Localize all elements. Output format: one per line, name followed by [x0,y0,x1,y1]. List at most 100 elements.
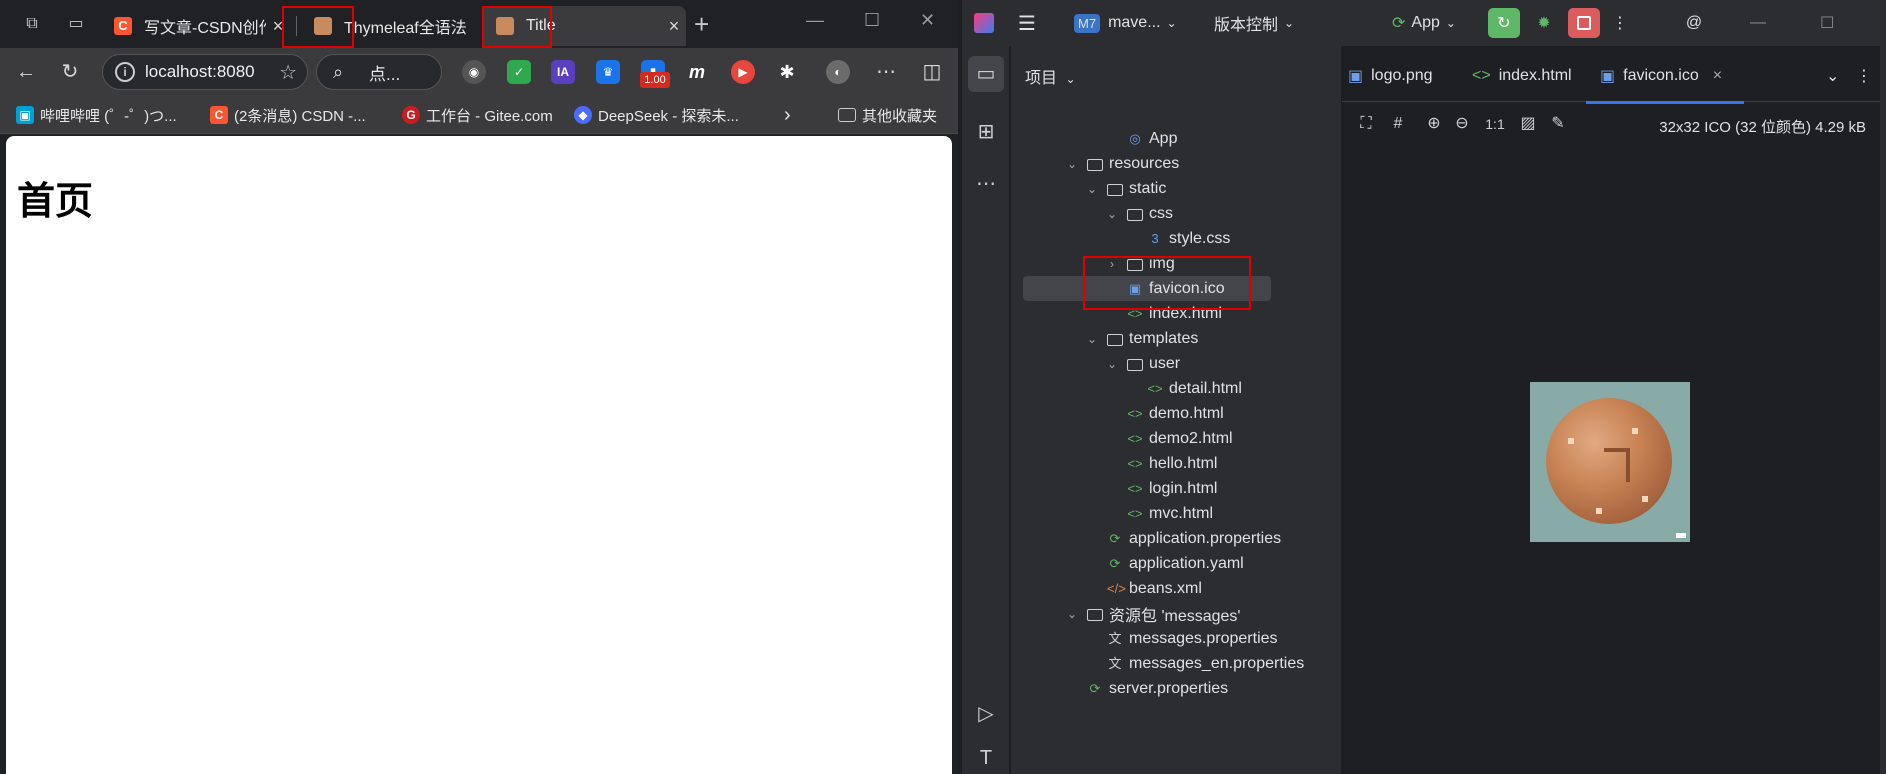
tabs-more-icon[interactable]: ⋮ [1856,64,1872,88]
other-bookmarks-folder[interactable]: 其他收藏夹 [838,104,937,126]
tree-row[interactable]: ⌄ user [1011,351,1341,376]
zoom-in-icon[interactable]: ⊕ [1424,114,1444,134]
background-toggle-icon[interactable]: ▨ [1518,114,1538,134]
bookmark-label: DeepSeek - 探索未... [598,107,739,125]
tree-row[interactable]: ⌄ templates [1011,326,1341,351]
more-actions-icon[interactable]: ⋮ [1610,8,1630,38]
tree-row[interactable]: ◎ App [1011,126,1341,151]
maximize-icon[interactable]: ☐ [1820,8,1834,38]
reload-icon[interactable]: ↻ [56,58,84,86]
extension-crown-icon[interactable]: ♛ [596,60,620,84]
grid-icon[interactable]: # [1388,114,1408,134]
web-page-viewport: 首页 [6,136,952,774]
chevron-down-icon[interactable]: ⌄ [1065,607,1079,621]
browser-window: ⧉ ▭ C 写文章-CSDN创作中心 × Thymeleaf全语法 Title … [0,0,958,774]
extension-badge-count: 1.00 [640,72,670,88]
chevron-down-icon[interactable]: ⌄ [1085,332,1099,346]
sidebar-toggle-icon[interactable]: ◫ [918,58,946,86]
minimize-icon[interactable]: — [1750,8,1766,38]
zoom-out-icon[interactable]: ⊖ [1452,114,1472,134]
tree-row[interactable]: <> mvc.html [1011,501,1341,526]
stop-icon[interactable] [1568,8,1600,38]
bookmark-csdn[interactable]: C (2条消息) CSDN -... [210,104,366,126]
close-tab-icon[interactable]: × [662,16,686,37]
address-bar[interactable]: i localhost:8080 ☆ [102,54,308,90]
editor-tab-index[interactable]: <> index.html [1472,64,1572,88]
project-tool-icon[interactable]: ▭ [968,56,1004,92]
extension-shield-icon[interactable]: ✓ [507,60,531,84]
more-tools-icon[interactable]: ⋯ [968,166,1004,202]
editor-tab-favicon[interactable]: ▣ favicon.ico × [1585,64,1745,104]
search-button[interactable]: ⌕ 点... [316,54,442,90]
bookmark-deepseek[interactable]: ◆ DeepSeek - 探索未... [574,104,739,126]
tree-row[interactable]: <> login.html [1011,476,1341,501]
fit-to-window-icon[interactable]: ⛶ [1356,114,1376,134]
color-picker-icon[interactable]: ✎ [1548,114,1568,134]
tree-row[interactable]: ⌄ css [1011,201,1341,226]
site-info-icon[interactable]: i [115,62,135,82]
build-tool-icon[interactable]: T [968,740,1004,774]
run-tool-icon[interactable]: ▷ [968,696,1004,732]
resource-bundle-icon [1087,608,1103,621]
tree-row[interactable]: <> hello.html [1011,451,1341,476]
run-config-label: App [1411,14,1440,31]
vertical-tabs-icon[interactable]: ▭ [64,12,88,36]
rerun-icon[interactable]: ↻ [1488,8,1520,38]
run-config-selector[interactable]: ⟳ App ⌄ [1392,8,1456,38]
highlight-box [282,6,354,48]
profile-avatar[interactable]: ◐ [826,60,850,84]
chevron-down-icon[interactable]: ⌄ [1065,157,1079,171]
extension-ia-icon[interactable]: IA [551,60,575,84]
bookmark-gitee[interactable]: G 工作台 - Gitee.com [402,104,553,126]
tree-row[interactable]: <> detail.html [1011,376,1341,401]
close-window-icon[interactable]: ✕ [920,10,935,31]
tree-row[interactable]: ⟳ application.yaml [1011,551,1341,576]
tree-row[interactable]: ⌄ resources [1011,151,1341,176]
intellij-logo-icon[interactable] [974,8,994,38]
tree-item-label: hello.html [1149,454,1218,472]
workspaces-icon[interactable]: ⧉ [20,12,44,36]
tree-row[interactable]: ⌄ static [1011,176,1341,201]
extension-m-icon[interactable]: m [685,60,709,84]
bookmark-label: (2条消息) CSDN -... [234,107,366,125]
ai-assistant-icon[interactable]: @ [1682,8,1706,38]
tree-row[interactable]: <> demo2.html [1011,426,1341,451]
bookmarks-overflow-icon[interactable]: › [784,104,791,126]
extensions-puzzle-icon[interactable]: ✱ [775,60,799,84]
image-file-icon: ▣ [1600,68,1616,85]
vcs-menu[interactable]: 版本控制 ⌄ [1214,8,1294,38]
more-menu-icon[interactable]: ⋯ [872,58,900,86]
tree-row[interactable]: 文 messages.properties [1011,626,1341,651]
chevron-down-icon[interactable]: ⌄ [1105,207,1119,221]
tree-row[interactable]: ⟳ server.properties [1011,676,1341,701]
main-menu-icon[interactable]: ☰ [1018,8,1036,38]
project-panel-header[interactable]: 项目 ⌄ [1025,64,1076,88]
bookmark-bilibili[interactable]: ▣ 哔哩哔哩 (゜-゜)つ... [16,104,177,126]
actual-size-button[interactable]: 1:1 [1482,114,1508,134]
tree-row[interactable]: ⌄ 资源包 'messages' [1011,601,1341,626]
tree-item-label: user [1149,354,1181,372]
tabs-dropdown-icon[interactable]: ⌄ [1826,64,1839,88]
tree-row[interactable]: 3 style.css [1011,226,1341,251]
structure-tool-icon[interactable]: ⊞ [968,114,1004,150]
tree-row[interactable]: </> beans.xml [1011,576,1341,601]
html-file-icon: <> [1147,380,1163,396]
editor-tab-logo[interactable]: ▣ logo.png [1348,64,1433,88]
minimize-icon[interactable]: — [806,10,824,31]
extension-glasses-icon[interactable]: ◉ [462,60,486,84]
css-file-icon: 3 [1151,230,1159,246]
back-icon[interactable]: ← [12,58,40,86]
debug-icon[interactable]: ✹ [1528,8,1560,38]
tree-row[interactable]: ⟳ application.properties [1011,526,1341,551]
tab-csdn[interactable]: C 写文章-CSDN创作中心 × [100,6,290,46]
favorite-star-icon[interactable]: ☆ [279,60,297,85]
close-tab-icon[interactable]: × [1713,67,1722,85]
project-selector[interactable]: M7 mave... ⌄ [1074,8,1177,38]
chevron-down-icon[interactable]: ⌄ [1085,182,1099,196]
tree-row[interactable]: <> demo.html [1011,401,1341,426]
new-tab-icon[interactable]: + [694,11,709,37]
extension-play-icon[interactable]: ▶ [731,60,755,84]
maximize-icon[interactable]: ☐ [864,10,880,31]
chevron-down-icon[interactable]: ⌄ [1105,357,1119,371]
tree-row[interactable]: 文 messages_en.properties [1011,651,1341,676]
